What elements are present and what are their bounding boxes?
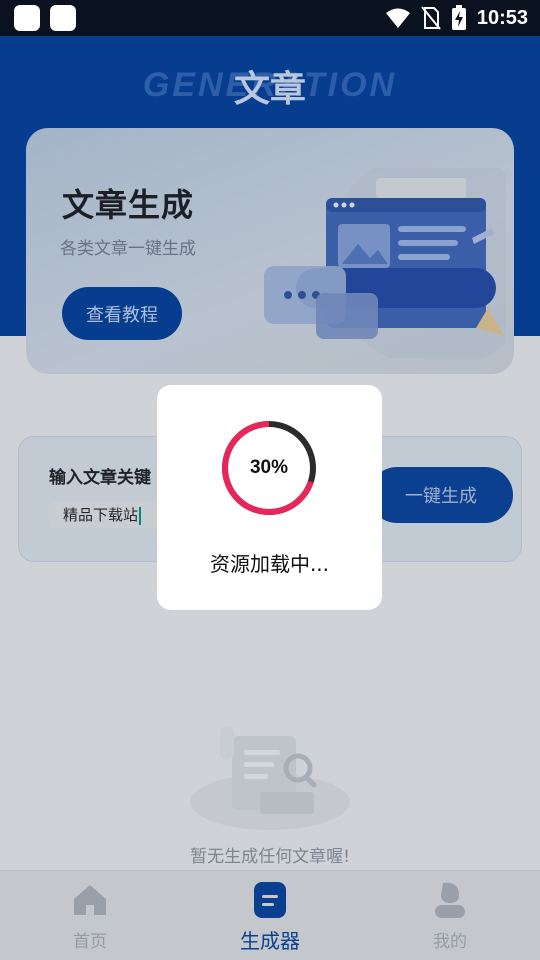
clock: 10:53 — [476, 6, 528, 29]
status-bar: 10:53 — [0, 0, 540, 36]
app-square-icon — [14, 5, 40, 31]
wifi-icon — [385, 8, 410, 28]
progress-percent: 30% — [249, 457, 289, 478]
loading-message: 资源加载中... — [209, 552, 330, 576]
status-icons: 10:53 — [385, 4, 528, 32]
no-sim-icon — [421, 6, 441, 30]
app-square-icon — [50, 5, 76, 31]
battery-charging-icon — [451, 5, 466, 30]
loading-dialog: 30% 资源加载中... — [157, 385, 382, 610]
